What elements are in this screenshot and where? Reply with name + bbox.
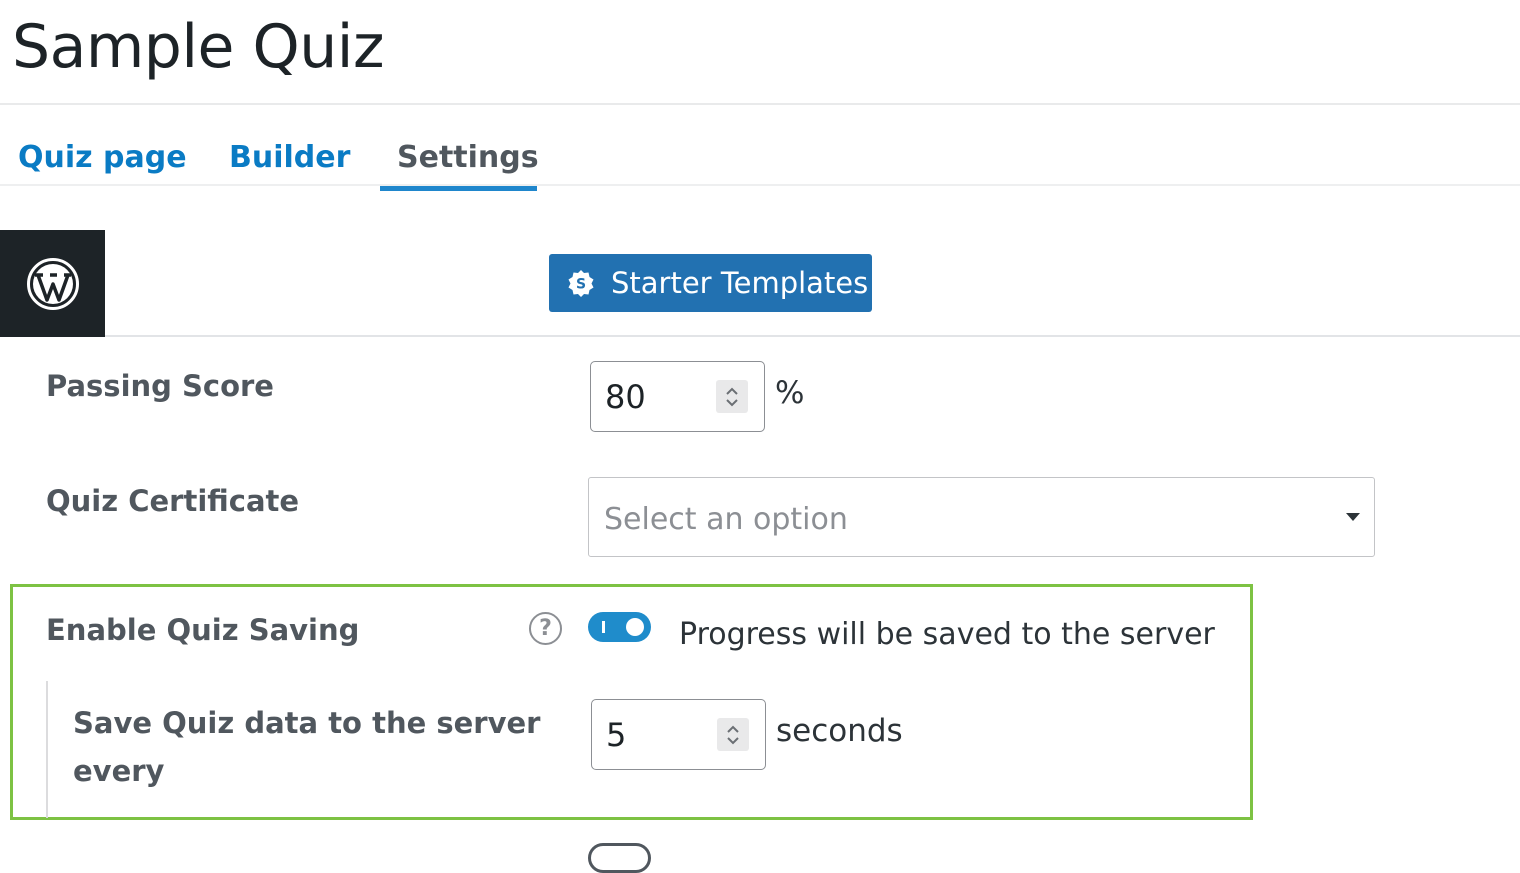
toggle-knob xyxy=(626,618,644,636)
seconds-suffix: seconds xyxy=(776,713,903,749)
title-divider xyxy=(0,103,1520,105)
tab-settings[interactable]: Settings xyxy=(397,140,539,175)
percent-suffix: % xyxy=(775,375,805,411)
toolbar-divider xyxy=(105,335,1520,337)
passing-score-label: Passing Score xyxy=(46,369,274,403)
svg-text:S: S xyxy=(576,277,586,293)
toggle-on-mark xyxy=(602,621,605,633)
starter-templates-button[interactable]: S Starter Templates xyxy=(549,254,872,312)
select-placeholder: Select an option xyxy=(604,502,848,537)
enable-quiz-saving-toggle[interactable] xyxy=(588,612,651,642)
chevron-down-icon xyxy=(1346,513,1360,521)
tab-bar: Quiz page Builder Settings xyxy=(0,128,1520,192)
quiz-certificate-label: Quiz Certificate xyxy=(46,484,300,518)
starter-templates-icon: S xyxy=(567,269,595,297)
quiz-certificate-select[interactable]: Select an option xyxy=(588,477,1375,557)
save-interval-label-line1: Save Quiz data to the server xyxy=(73,706,541,740)
toggle-status-text: Progress will be saved to the server xyxy=(679,617,1215,652)
help-circle-icon[interactable]: ? xyxy=(529,612,562,645)
active-tab-indicator xyxy=(380,186,537,191)
enable-quiz-saving-label: Enable Quiz Saving xyxy=(46,613,360,647)
wordpress-logo-icon xyxy=(26,257,79,310)
starter-templates-label: Starter Templates xyxy=(611,266,869,300)
save-interval-value: 5 xyxy=(606,716,627,754)
tab-quiz-page[interactable]: Quiz page xyxy=(18,140,187,175)
passing-score-value: 80 xyxy=(605,378,646,416)
save-interval-input[interactable]: 5 xyxy=(591,699,766,770)
save-interval-label-line2: every xyxy=(73,754,165,788)
tab-builder[interactable]: Builder xyxy=(229,140,350,175)
passing-score-input[interactable]: 80 xyxy=(590,361,765,432)
sub-setting-indent-line xyxy=(46,681,48,818)
tabs-divider xyxy=(0,184,1520,186)
page-title: Sample Quiz xyxy=(12,12,384,82)
wordpress-logo-button[interactable] xyxy=(0,230,105,337)
next-setting-toggle[interactable] xyxy=(588,843,651,873)
spinner-arrows-icon[interactable] xyxy=(716,380,748,413)
spinner-arrows-icon[interactable] xyxy=(717,718,749,751)
